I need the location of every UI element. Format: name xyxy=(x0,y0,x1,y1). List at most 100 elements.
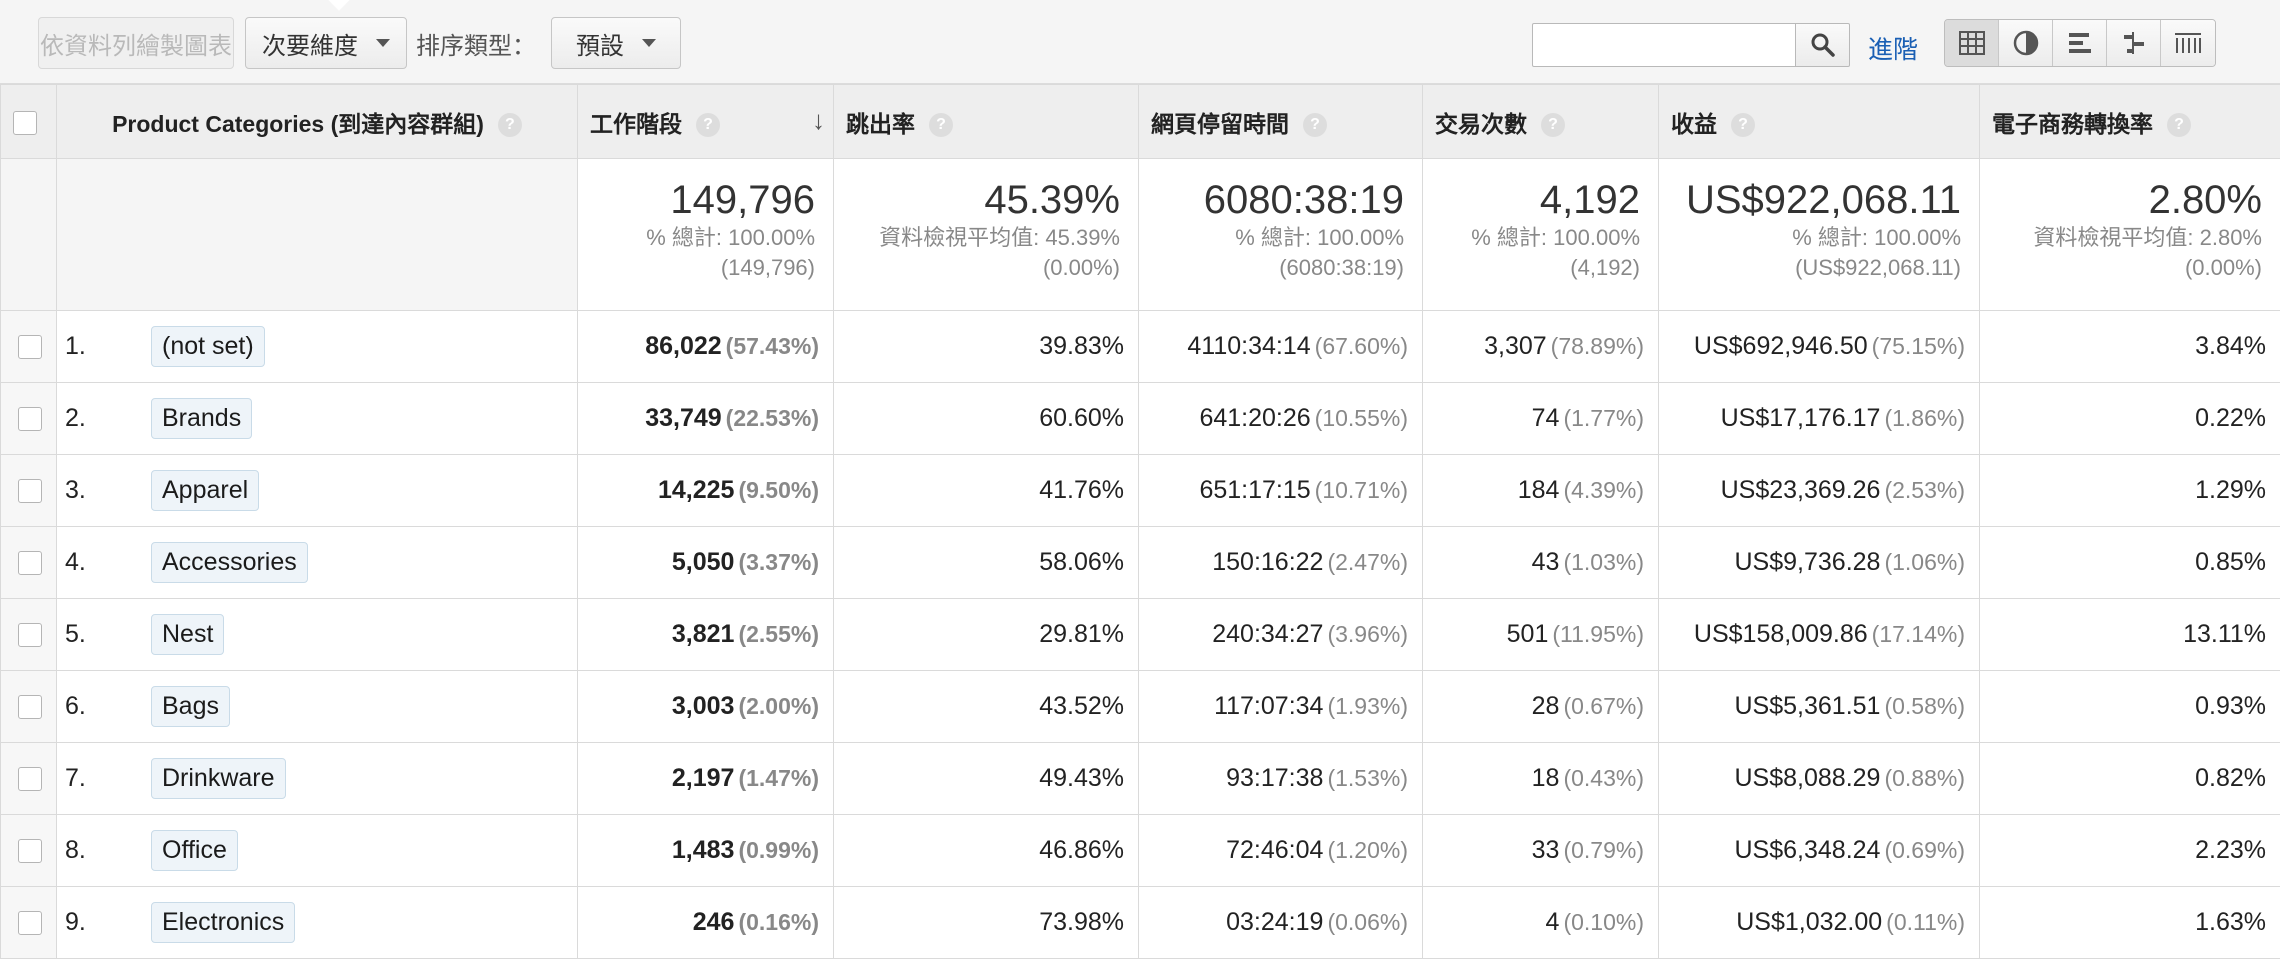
revenue-value: US$5,361.51 xyxy=(1734,692,1881,720)
row-rank: 6. xyxy=(65,692,86,720)
conversion-rate-value: 3.84% xyxy=(2195,332,2266,360)
help-icon[interactable]: ? xyxy=(1731,113,1755,138)
bounce-rate-cell: 58.06% xyxy=(833,526,1139,599)
conversion-rate-cell: 3.84% xyxy=(1979,310,2280,383)
time-on-page-percent: (1.53%) xyxy=(1327,765,1408,791)
total-subtext: % 總計: 100.00% xyxy=(646,225,815,250)
revenue-percent: (0.58%) xyxy=(1884,693,1965,719)
total-value: 4,192 xyxy=(1539,178,1640,222)
sort-type-dropdown[interactable]: 預設 xyxy=(551,17,681,69)
revenue-percent: (1.86%) xyxy=(1884,405,1965,431)
totals-bounce-rate: 45.39% 資料檢視平均值: 45.39% (0.00%) xyxy=(833,158,1139,311)
total-value: 6080:38:19 xyxy=(1203,178,1404,222)
dimension-cell: 9. Electronics xyxy=(56,886,578,959)
plot-rows-button[interactable]: 依資料列繪製圖表 xyxy=(38,17,234,69)
conversion-rate-cell: 0.93% xyxy=(1979,670,2280,743)
column-header-label: 收益 xyxy=(1671,110,1717,137)
transactions-cell: 184 (4.39%) xyxy=(1422,454,1659,527)
secondary-dimension-label: 次要維度 xyxy=(262,32,358,60)
help-icon[interactable]: ? xyxy=(929,113,953,138)
row-select-cell xyxy=(0,310,57,383)
table-view-button[interactable] xyxy=(1945,20,1999,66)
conversion-rate-cell: 0.22% xyxy=(1979,382,2280,455)
select-all-checkbox[interactable] xyxy=(13,110,37,135)
category-link[interactable]: Accessories xyxy=(151,542,308,583)
help-icon[interactable]: ? xyxy=(696,113,720,138)
help-icon[interactable]: ? xyxy=(2167,113,2191,138)
dimension-cell: 2. Brands xyxy=(56,382,578,455)
column-header-product-categories[interactable]: Product Categories (到達內容群組)? xyxy=(56,84,578,159)
total-subtext: % 總計: 100.00% xyxy=(1471,225,1640,250)
revenue-percent: (1.06%) xyxy=(1884,549,1965,575)
row-checkbox[interactable] xyxy=(18,551,42,576)
row-checkbox[interactable] xyxy=(18,767,42,792)
bounce-rate-cell: 39.83% xyxy=(833,310,1139,383)
row-checkbox[interactable] xyxy=(18,335,42,360)
totals-row: 149,796 % 總計: 100.00% (149,796) 45.39% 資… xyxy=(0,158,2280,311)
category-link[interactable]: Brands xyxy=(151,398,253,439)
bounce-rate-cell: 46.86% xyxy=(833,814,1139,887)
row-checkbox[interactable] xyxy=(18,623,42,648)
row-checkbox[interactable] xyxy=(18,839,42,864)
search-button[interactable] xyxy=(1795,23,1850,67)
category-link[interactable]: Drinkware xyxy=(151,758,286,799)
time-on-page-percent: (10.55%) xyxy=(1314,405,1408,431)
transactions-cell: 28 (0.67%) xyxy=(1422,670,1659,743)
help-icon[interactable]: ? xyxy=(1303,113,1327,138)
transactions-cell: 74 (1.77%) xyxy=(1422,382,1659,455)
sort-type-value: 預設 xyxy=(576,32,624,60)
row-checkbox[interactable] xyxy=(18,407,42,432)
help-icon[interactable]: ? xyxy=(497,113,522,138)
row-rank: 7. xyxy=(65,764,86,792)
pivot-view-button[interactable] xyxy=(2161,20,2215,66)
row-select-cell xyxy=(0,742,57,815)
table-row: 7. Drinkware 2,197 (1.47%) 49.43% 93:17:38… xyxy=(0,742,2280,815)
totals-empty-cell xyxy=(56,158,578,311)
time-on-page-cell: 651:17:15 (10.71%) xyxy=(1138,454,1423,527)
table-row: 3. Apparel 14,225 (9.50%) 41.76% 651:17:15… xyxy=(0,454,2280,527)
column-header-conversion-rate[interactable]: 電子商務轉換率? xyxy=(1979,84,2280,159)
transactions-value: 501 xyxy=(1506,620,1549,648)
column-header-bounce-rate[interactable]: 跳出率? xyxy=(833,84,1139,159)
secondary-dimension-dropdown[interactable]: 次要維度 xyxy=(245,17,407,69)
row-checkbox[interactable] xyxy=(18,695,42,720)
advanced-filter-link[interactable]: 進階 xyxy=(1868,30,1918,66)
table-search-input[interactable] xyxy=(1532,23,1796,67)
category-link[interactable]: Office xyxy=(151,830,238,871)
comparison-view-button[interactable] xyxy=(2107,20,2161,66)
category-link[interactable]: Nest xyxy=(151,614,225,655)
sessions-cell: 5,050 (3.37%) xyxy=(577,526,834,599)
category-link[interactable]: Electronics xyxy=(151,902,296,943)
sessions-percent: (2.55%) xyxy=(738,621,819,647)
revenue-cell: US$9,736.28 (1.06%) xyxy=(1658,526,1980,599)
sessions-cell: 33,749 (22.53%) xyxy=(577,382,834,455)
category-link[interactable]: Bags xyxy=(151,686,230,727)
column-header-sessions[interactable]: 工作階段? ↓ xyxy=(577,84,834,159)
total-subtext: 資料檢視平均值: 2.80% xyxy=(2033,225,2262,250)
column-header-time-on-page[interactable]: 網頁停留時間? xyxy=(1138,84,1423,159)
row-select-cell xyxy=(0,526,57,599)
transactions-percent: (1.03%) xyxy=(1563,549,1644,575)
sessions-cell: 246 (0.16%) xyxy=(577,886,834,959)
performance-view-button[interactable] xyxy=(2053,20,2107,66)
category-link[interactable]: Apparel xyxy=(151,470,260,511)
column-header-transactions[interactable]: 交易次數? xyxy=(1422,84,1659,159)
pie-view-button[interactable] xyxy=(1999,20,2053,66)
time-on-page-value: 93:17:38 xyxy=(1226,764,1324,792)
conversion-rate-cell: 1.29% xyxy=(1979,454,2280,527)
table-row: 9. Electronics 246 (0.16%) 73.98% 03:24:19… xyxy=(0,886,2280,959)
total-subtext: (US$922,068.11) xyxy=(1795,255,1961,280)
bounce-rate-value: 39.83% xyxy=(1039,332,1124,360)
total-subtext: 資料檢視平均值: 45.39% xyxy=(879,225,1120,250)
help-icon[interactable]: ? xyxy=(1541,113,1565,138)
row-checkbox[interactable] xyxy=(18,479,42,504)
table-row: 8. Office 1,483 (0.99%) 46.86% 72:46:04 (1.… xyxy=(0,814,2280,887)
row-checkbox[interactable] xyxy=(18,911,42,936)
transactions-percent: (4.39%) xyxy=(1563,477,1644,503)
category-link[interactable]: (not set) xyxy=(151,326,265,367)
revenue-value: US$17,176.17 xyxy=(1720,404,1881,432)
totals-empty-cell xyxy=(0,158,57,311)
revenue-value: US$158,009.86 xyxy=(1693,620,1868,648)
column-header-revenue[interactable]: 收益? xyxy=(1658,84,1980,159)
conversion-rate-cell: 0.82% xyxy=(1979,742,2280,815)
